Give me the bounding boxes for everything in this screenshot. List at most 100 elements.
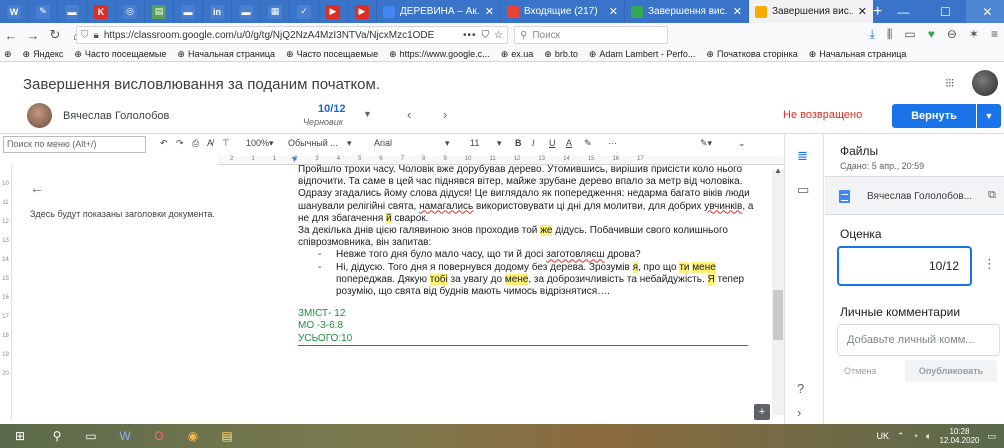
editing-mode-icon[interactable]: ✎▾	[700, 138, 712, 149]
undo-icon[interactable]: ↶	[160, 138, 168, 149]
style-dropdown-icon[interactable]: ▾	[347, 138, 352, 149]
windows-start-icon[interactable]: ⊞	[0, 424, 40, 448]
extension-icon[interactable]: ♥	[928, 27, 935, 42]
indent-marker-icon[interactable]: ▼	[290, 154, 299, 164]
bookmark-star-icon[interactable]: ☆	[494, 30, 503, 41]
file-row[interactable]: Вячеслав Гололобов... ⧉	[825, 176, 1004, 215]
comment-bank-icon[interactable]: ▭	[797, 182, 809, 198]
sidebar-icon[interactable]: ▭	[904, 27, 915, 42]
close-outline-icon[interactable]: ←	[30, 180, 44, 196]
customize-icon[interactable]: ✶	[969, 27, 979, 42]
scrollbar-thumb[interactable]	[773, 290, 783, 340]
bookmark-item[interactable]: ⊕ https://www.google.c...	[389, 49, 490, 60]
menu-icon[interactable]: ≡	[991, 27, 998, 42]
download-icon[interactable]: ⤓	[870, 27, 875, 42]
word-icon[interactable]: W	[108, 424, 142, 448]
bookmark-item[interactable]: ⊕ Яндекс	[23, 49, 64, 60]
pinned-tab[interactable]: ◎	[116, 0, 145, 23]
bookmark-item[interactable]: ⊕ Початкова сторінка	[706, 49, 797, 60]
close-tab-icon[interactable]: ✕	[733, 5, 742, 18]
close-tab-icon[interactable]: ✕	[485, 5, 494, 18]
expand-panel-icon[interactable]: ›	[797, 405, 801, 420]
close-tab-icon[interactable]: ✕	[858, 5, 867, 18]
pinned-tab[interactable]: ✎	[29, 0, 58, 23]
more-options-icon[interactable]: ⋮	[983, 256, 996, 272]
bookmark-item[interactable]: ⊕ Начальная страница	[177, 49, 275, 60]
pinned-tab[interactable]: ▬	[58, 0, 87, 23]
file-explorer-icon[interactable]: ▤	[210, 424, 244, 448]
task-view-icon[interactable]: ▭	[74, 424, 108, 448]
apps-grid-icon[interactable]: ⁝⁝⁝	[945, 76, 955, 90]
highlight-icon[interactable]: ✎	[584, 138, 592, 149]
zoom-dropdown-icon[interactable]: ▾	[269, 138, 274, 149]
private-comment-input[interactable]: Добавьте личный комм...	[837, 324, 1000, 356]
clock[interactable]: 10:28 12.04.2020	[939, 427, 979, 445]
scroll-up-icon[interactable]: ▲	[774, 166, 782, 175]
open-in-new-icon[interactable]: ⧉	[988, 189, 996, 202]
bookmark-item[interactable]: ⊕ brb.to	[544, 49, 578, 60]
document-body[interactable]: Пройшло трохи часу. Чоловік вже дорубува…	[298, 164, 758, 346]
pinned-tab[interactable]: ▶	[348, 0, 377, 23]
notifications-icon[interactable]: ▭	[987, 431, 996, 442]
maximize-icon[interactable]: ☐	[924, 0, 966, 23]
url-bar[interactable]: ⛉ 🔒︎ https://classroom.google.com/u/0/g/…	[76, 26, 508, 44]
previous-student-button[interactable]: ‹	[407, 107, 411, 122]
firefox-icon[interactable]: ◉	[176, 424, 210, 448]
minimize-icon[interactable]: —	[882, 0, 924, 23]
language-indicator[interactable]: UK	[877, 431, 890, 441]
pocket-icon[interactable]: ⛉	[482, 30, 490, 41]
misspelled-word[interactable]: увчинків	[704, 201, 742, 212]
avatar[interactable]	[972, 70, 998, 96]
bold-button[interactable]: B	[515, 138, 522, 148]
font-dropdown-icon[interactable]: ▾	[445, 138, 450, 149]
underline-button[interactable]: U	[549, 138, 556, 148]
italic-button[interactable]: I	[532, 138, 535, 148]
back-icon[interactable]: ←	[0, 28, 22, 43]
rubric-icon[interactable]: ≣	[797, 148, 808, 164]
explore-button[interactable]: +	[754, 404, 770, 420]
pinned-tab[interactable]: ✓	[290, 0, 319, 23]
browser-tab[interactable]: Завершення вис... ✕	[625, 0, 749, 23]
bookmark-item[interactable]: ⊕ ex.ua	[501, 49, 534, 60]
redo-icon[interactable]: ↷	[176, 138, 184, 149]
bookmark-item[interactable]: ⊕ Часто посещаемые	[286, 49, 378, 60]
paint-format-icon[interactable]: ⊤	[222, 138, 230, 149]
spellcheck-icon[interactable]: A̸	[207, 138, 213, 148]
text-color-button[interactable]: A	[566, 138, 572, 148]
style-select[interactable]: Обычный ...	[288, 138, 338, 148]
pinned-tab[interactable]: ▬	[174, 0, 203, 23]
browser-tab[interactable]: Завершения вис... ✕	[749, 0, 873, 23]
search-box[interactable]: ⚲ Поиск	[514, 26, 668, 44]
account-icon[interactable]: ⊖	[947, 27, 957, 42]
document-scrollbar[interactable]: ▲	[772, 166, 784, 415]
font-size-input[interactable]: 11	[470, 138, 479, 148]
next-student-button[interactable]: ›	[443, 107, 447, 122]
tray-chevron-icon[interactable]: ⌃	[897, 431, 905, 442]
bookmark-item[interactable]: ⊕ Adam Lambert - Perfo...	[589, 49, 696, 60]
font-select[interactable]: Arial	[374, 138, 392, 148]
font-size-dropdown-icon[interactable]: ▾	[497, 138, 502, 149]
search-icon[interactable]: ⚲	[40, 424, 74, 448]
misspelled-word[interactable]: намагались	[419, 201, 473, 212]
network-icon[interactable]: ◔	[913, 431, 918, 441]
help-icon[interactable]: ?	[797, 381, 804, 396]
reload-icon[interactable]: ↻	[44, 27, 66, 43]
grade-input[interactable]: 10/12	[837, 246, 972, 286]
pinned-tab[interactable]: W	[0, 0, 29, 23]
library-icon[interactable]: ⫼	[887, 27, 893, 42]
volume-icon[interactable]: 🔈︎	[926, 431, 931, 442]
bookmark-item[interactable]: ⊕ Начальная страница	[809, 49, 907, 60]
pinned-tab[interactable]: ▬	[232, 0, 261, 23]
cancel-button[interactable]: Отмена	[844, 366, 876, 376]
pinned-tab[interactable]: ▤	[145, 0, 174, 23]
browser-tab[interactable]: ДЕРЕВИНА – Ак... ✕	[377, 0, 501, 23]
close-window-icon[interactable]: ✕	[966, 0, 1004, 23]
menu-search-input[interactable]: Поиск по меню (Alt+/)	[3, 136, 146, 153]
pinned-tab[interactable]: K	[87, 0, 116, 23]
student-dropdown-icon[interactable]: ▼	[363, 109, 372, 119]
publish-button[interactable]: Опубликовать	[905, 360, 997, 382]
return-button[interactable]: Вернуть	[892, 104, 976, 128]
browser-tab[interactable]: Входящие (217) ✕	[501, 0, 625, 23]
page-actions-icon[interactable]: •••	[463, 30, 477, 41]
new-tab-button[interactable]: +	[873, 0, 882, 23]
